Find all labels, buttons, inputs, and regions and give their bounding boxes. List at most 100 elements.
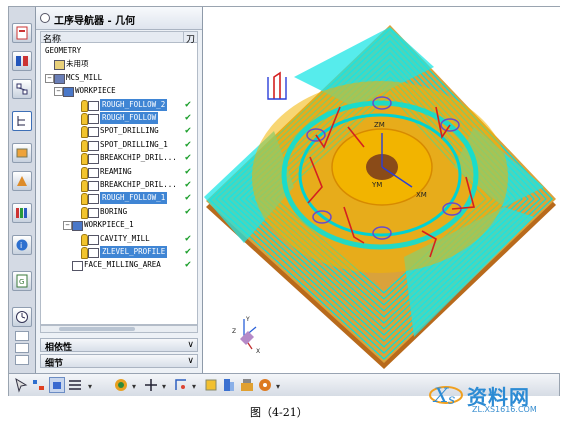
status-check-icon: ✔ bbox=[185, 98, 192, 110]
library-books-icon[interactable] bbox=[12, 203, 32, 223]
tree-row[interactable]: REAMING ✔ bbox=[41, 165, 197, 179]
tree-row[interactable]: 未用项 bbox=[41, 58, 197, 71]
chevron-down-icon[interactable]: ▾ bbox=[191, 377, 199, 393]
machine-tool-view-icon[interactable] bbox=[67, 377, 83, 393]
machine-tool-navigator-icon[interactable] bbox=[12, 143, 32, 163]
dependencies-label: 相依性 bbox=[45, 343, 73, 353]
shop-docs-icon[interactable] bbox=[257, 377, 273, 393]
dependencies-panel[interactable]: 相依性 ∨ bbox=[40, 338, 198, 353]
tree-horizontal-scrollbar[interactable] bbox=[40, 325, 198, 333]
tree-row[interactable]: ROUGH_FOLLOW_1 ✔ bbox=[41, 192, 197, 206]
tree-row[interactable]: ZLEVEL_PROFILE ✔ bbox=[41, 246, 197, 259]
scrollbar-thumb[interactable] bbox=[59, 327, 135, 331]
column-header: 名称 刀 bbox=[40, 31, 198, 45]
svg-text:i: i bbox=[20, 241, 22, 250]
program-order-view-icon[interactable] bbox=[31, 377, 47, 393]
drill-icon bbox=[88, 127, 99, 138]
resource-bar-scroll[interactable] bbox=[15, 331, 29, 369]
pin-icon[interactable] bbox=[40, 13, 50, 23]
chevron-down-icon[interactable]: ▾ bbox=[87, 377, 95, 393]
tree-row[interactable]: GEOMETRY bbox=[41, 45, 197, 57]
tree-row-label: WORKPIECE bbox=[75, 86, 116, 96]
chevron-down-icon[interactable]: ▾ bbox=[161, 377, 169, 393]
tree-row[interactable]: MCS_MILL − bbox=[41, 72, 197, 84]
tree-row[interactable]: FACE_MILLING_AREA ✔ bbox=[41, 259, 197, 272]
tree-row-label: BREAKCHIP_DRIL... bbox=[100, 180, 177, 189]
status-check-icon: ✔ bbox=[185, 192, 192, 204]
reuse-library-icon[interactable] bbox=[12, 171, 32, 191]
svg-text:▾: ▾ bbox=[192, 382, 196, 391]
key-icon bbox=[81, 166, 88, 179]
svg-text:s: s bbox=[448, 392, 455, 408]
workpiece-icon bbox=[72, 221, 83, 232]
details-label: 细节 bbox=[45, 359, 64, 369]
assembly-navigator-icon[interactable] bbox=[12, 51, 32, 71]
tree-row-label: CAVITY_MILL bbox=[100, 233, 150, 243]
tree-row-label: 未用项 bbox=[66, 59, 89, 69]
chevron-down-icon[interactable]: ▾ bbox=[131, 377, 139, 393]
crosshair-icon[interactable] bbox=[143, 377, 159, 393]
graphics-viewport[interactable]: ZM XM YM Y Z X bbox=[204, 7, 560, 373]
tree-row-label: ROUGH_FOLLOW_1 bbox=[100, 192, 168, 205]
operation-navigator-icon[interactable] bbox=[12, 111, 32, 131]
operation-tree: GEOMETRY 未用项 MCS_MILL − WORKPIECE − ROUGH_FOLL… bbox=[40, 43, 198, 325]
tree-row[interactable]: SPOT_DRILLING_1 ✔ bbox=[41, 138, 197, 152]
tree-row[interactable]: WORKPIECE_1 − bbox=[41, 219, 197, 232]
tree-row-label: ZLEVEL_PROFILE bbox=[100, 246, 168, 258]
collapse-toggle-icon[interactable]: − bbox=[45, 73, 54, 83]
cavity-icon bbox=[88, 248, 99, 258]
operation-navigator: 工序导航器 - 几何 名称 刀 GEOMETRY 未用项 MCS_MILL − WORK… bbox=[36, 7, 203, 373]
svg-text:▾: ▾ bbox=[132, 382, 136, 391]
status-check-icon: ✔ bbox=[185, 138, 192, 150]
wcs-triad: Y Z X bbox=[232, 316, 260, 355]
tree-row[interactable]: BREAKCHIP_DRIL... ✔ bbox=[41, 179, 197, 192]
drill-icon bbox=[88, 167, 99, 178]
tree-row[interactable]: ROUGH_FOLLOW ✔ bbox=[41, 112, 197, 125]
point-selection-icon[interactable] bbox=[173, 377, 189, 393]
key-icon bbox=[81, 126, 88, 139]
select-filter-icon[interactable] bbox=[13, 377, 29, 393]
tree-row-label: BREAKCHIP_DRIL... bbox=[100, 153, 177, 163]
navigator-title: 工序导航器 - 几何 bbox=[54, 16, 136, 27]
history-icon[interactable]: G bbox=[12, 271, 32, 291]
key-icon bbox=[81, 139, 88, 152]
resource-bar: i G bbox=[9, 7, 36, 373]
status-check-icon: ✔ bbox=[185, 165, 192, 177]
operation-icon bbox=[88, 114, 99, 124]
tree-row-label: MCS_MILL bbox=[66, 72, 103, 82]
verify-toolpath-icon[interactable] bbox=[203, 377, 219, 393]
chevron-down-icon[interactable]: ▾ bbox=[275, 377, 283, 393]
tree-row[interactable]: CAVITY_MILL ✔ bbox=[41, 233, 197, 246]
tree-row[interactable]: WORKPIECE − bbox=[41, 85, 197, 98]
key-icon bbox=[81, 153, 88, 166]
details-panel[interactable]: 细节 ∨ bbox=[40, 354, 198, 369]
tree-row-label: WORKPIECE_1 bbox=[84, 220, 134, 230]
toolpath-model-view: ZM XM YM Y Z X bbox=[204, 25, 556, 369]
chevron-down-icon: ∨ bbox=[187, 340, 194, 350]
collapse-toggle-icon[interactable]: − bbox=[63, 221, 72, 231]
mcs-icon bbox=[54, 73, 65, 84]
tree-row[interactable]: BORING ✔ bbox=[41, 206, 197, 219]
constraint-navigator-icon[interactable] bbox=[12, 79, 32, 99]
generate-toolpath-icon[interactable] bbox=[113, 377, 129, 393]
web-browser-icon[interactable]: i bbox=[12, 235, 32, 255]
drill-icon bbox=[88, 154, 99, 165]
svg-text:X: X bbox=[432, 383, 449, 407]
tree-row[interactable]: SPOT_DRILLING ✔ bbox=[41, 125, 197, 139]
status-check-icon: ✔ bbox=[185, 125, 192, 137]
clock-history-icon[interactable] bbox=[12, 307, 32, 327]
post-process-icon[interactable] bbox=[239, 377, 255, 393]
geometry-view-icon[interactable] bbox=[49, 377, 65, 393]
tree-row[interactable]: BREAKCHIP_DRIL... ✔ bbox=[41, 152, 197, 166]
collapse-toggle-icon[interactable]: − bbox=[54, 87, 63, 97]
status-check-icon: ✔ bbox=[185, 179, 192, 190]
tree-row[interactable]: ROUGH_FOLLOW_2 ✔ bbox=[41, 98, 197, 112]
figure-caption: 图（4-21） bbox=[250, 406, 308, 419]
drill-icon bbox=[88, 140, 99, 151]
watermark-logo: X s bbox=[429, 383, 463, 408]
simulate-icon[interactable] bbox=[221, 377, 237, 393]
part-navigator-icon[interactable] bbox=[12, 23, 32, 43]
watermark-url: ZL.XS1616.COM bbox=[472, 405, 537, 414]
cavity-icon bbox=[88, 234, 99, 245]
key-icon bbox=[81, 99, 88, 112]
